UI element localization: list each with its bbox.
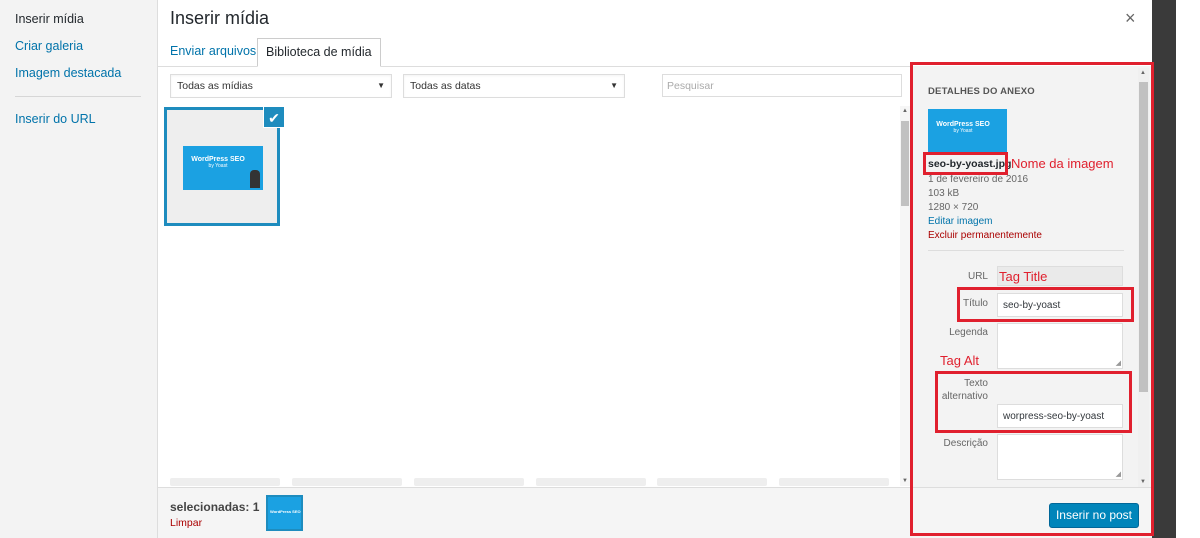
tab-upload-files[interactable]: Enviar arquivos: [162, 38, 264, 67]
backdrop-shade: [1152, 0, 1176, 538]
thumbnail-subtitle: by Yoast: [208, 163, 228, 169]
annotation-tag-alt: Tag Alt: [940, 353, 980, 368]
selection-count: selecionadas: 1: [170, 500, 260, 514]
attachment-placeholder: [414, 478, 524, 486]
attachment-thumbnail: WordPress SEO by Yoast: [183, 146, 263, 190]
chevron-down-icon: ▼: [610, 81, 618, 90]
scroll-up-icon[interactable]: ▲: [902, 108, 908, 114]
menu-separator: [15, 96, 141, 97]
media-type-value: Todas as mídias: [177, 80, 253, 92]
thumbnail-figure: [250, 170, 260, 188]
scroll-down-icon[interactable]: ▼: [902, 478, 908, 484]
menu-item-featured-image[interactable]: Imagem destacada: [15, 66, 121, 80]
content-scrollbar[interactable]: ▲ ▼: [900, 106, 910, 486]
menu-item-insert-media[interactable]: Inserir mídia: [15, 12, 84, 26]
scrollbar-thumb[interactable]: [901, 121, 909, 206]
attachment-placeholder: [779, 478, 889, 486]
clear-selection-link[interactable]: Limpar: [170, 517, 202, 529]
media-type-select[interactable]: Todas as mídias ▼: [170, 74, 392, 98]
annotation-title-box: [957, 287, 1134, 322]
selected-thumbnail-label: WordPress SEO: [270, 509, 301, 514]
date-value: Todas as datas: [410, 80, 481, 92]
thumbnail-title: WordPress SEO: [191, 156, 245, 163]
attachment-placeholder: [170, 478, 280, 486]
annotation-image-name: Nome da imagem: [1011, 156, 1114, 171]
attachment-placeholder: [536, 478, 646, 486]
close-icon[interactable]: ×: [1125, 8, 1136, 28]
attachment-placeholder: [657, 478, 767, 486]
checkmark-icon[interactable]: ✔: [263, 106, 285, 128]
date-select[interactable]: Todas as datas ▼: [403, 74, 625, 98]
menu-item-create-gallery[interactable]: Criar galeria: [15, 39, 83, 53]
annotation-filename-box: [923, 152, 1008, 175]
media-menu: Inserir mídia Criar galeria Imagem desta…: [0, 0, 158, 538]
tab-media-library[interactable]: Biblioteca de mídia: [257, 38, 381, 67]
menu-item-insert-from-url[interactable]: Inserir do URL: [15, 112, 96, 126]
chevron-down-icon: ▼: [377, 81, 385, 90]
annotation-tag-title: Tag Title: [999, 269, 1048, 284]
selected-thumbnail[interactable]: WordPress SEO: [266, 495, 303, 531]
annotation-alt-box: [935, 371, 1132, 433]
attachment-placeholder: [292, 478, 402, 486]
modal-title: Inserir mídia: [170, 8, 270, 28]
search-input[interactable]: Pesquisar: [662, 74, 902, 97]
modal-backdrop: [1152, 0, 1200, 538]
